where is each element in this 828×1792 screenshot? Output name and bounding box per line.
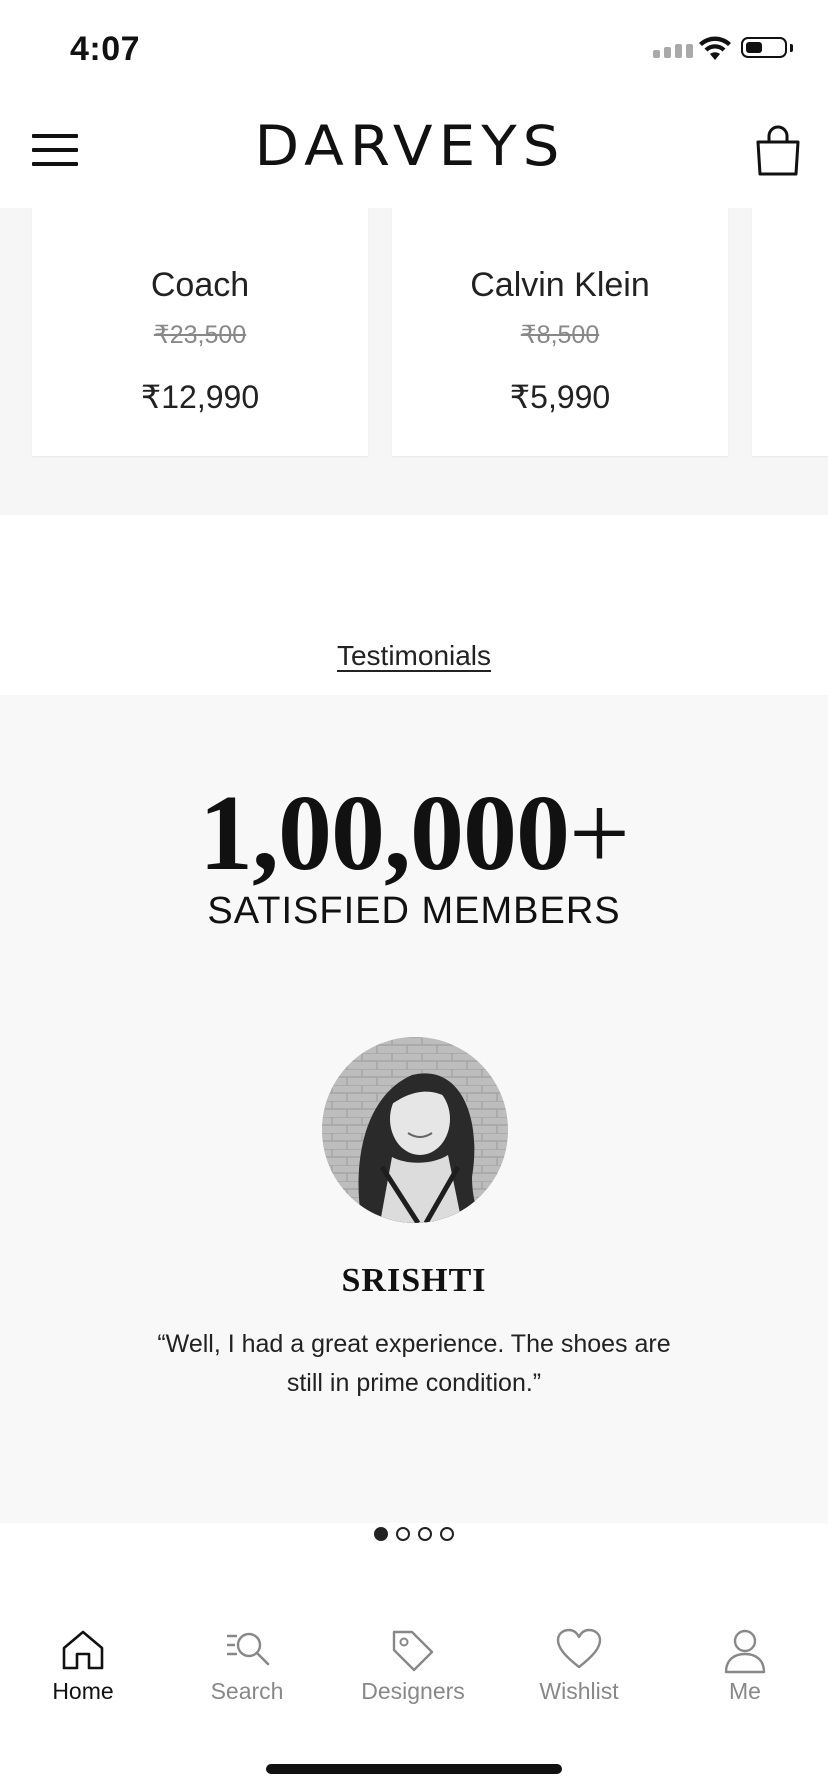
- user-icon: [724, 1629, 766, 1674]
- tab-wishlist[interactable]: Wishlist: [496, 1628, 662, 1708]
- members-count-number: 1,00,000: [199, 774, 570, 893]
- cellular-signal-icon: [653, 44, 693, 58]
- product-card-partial[interactable]: [752, 208, 828, 456]
- product-brand: Coach: [150, 266, 250, 304]
- tab-label: Wishlist: [539, 1678, 619, 1704]
- tab-me[interactable]: Me: [662, 1628, 828, 1708]
- battery-icon: [741, 37, 787, 58]
- status-time: 4:07: [70, 30, 141, 68]
- tab-label: Designers: [361, 1678, 465, 1704]
- reviewer-avatar: [322, 1037, 508, 1223]
- tab-label: Search: [210, 1678, 284, 1704]
- heart-icon: [556, 1628, 602, 1669]
- battery-tip: [790, 44, 793, 52]
- shopping-bag-icon: [756, 125, 800, 176]
- pagination-dot[interactable]: [418, 1527, 432, 1541]
- pagination-dot[interactable]: [374, 1527, 388, 1541]
- brand-logo[interactable]: DARVEYS: [230, 114, 590, 179]
- product-price: ₹5,990: [509, 379, 611, 415]
- home-icon: [62, 1630, 104, 1670]
- tab-label: Home: [52, 1678, 114, 1704]
- home-indicator: [266, 1764, 562, 1774]
- product-original-price: ₹8,500: [520, 321, 600, 349]
- testimonials-link[interactable]: Testimonials: [0, 640, 828, 672]
- wifi-icon: [698, 36, 732, 67]
- members-count: 1,00,000+: [0, 772, 828, 896]
- hamburger-menu-icon: [32, 134, 78, 138]
- pagination-dot[interactable]: [440, 1527, 454, 1541]
- reviewer-name: SRISHTI: [341, 1262, 487, 1299]
- cart-button[interactable]: [754, 124, 802, 178]
- product-original-price: ₹23,500: [153, 321, 247, 349]
- product-card[interactable]: Calvin Klein ₹8,500 ₹5,990: [392, 208, 728, 456]
- product-price: ₹12,990: [140, 379, 260, 415]
- menu-button[interactable]: [32, 132, 80, 168]
- search-icon: [227, 1632, 270, 1666]
- tab-label: Me: [729, 1678, 761, 1704]
- reviewer-quote: “Well, I had a great experience. The sho…: [157, 1330, 671, 1397]
- members-count-suffix: +: [569, 774, 630, 893]
- members-label: SATISFIED MEMBERS: [207, 890, 621, 932]
- tab-designers[interactable]: Designers: [330, 1628, 496, 1708]
- tag-icon: [392, 1630, 434, 1672]
- carousel-pagination[interactable]: [0, 1527, 828, 1541]
- tab-search[interactable]: Search: [164, 1628, 330, 1708]
- pagination-dot[interactable]: [396, 1527, 410, 1541]
- battery-level: [746, 42, 762, 53]
- product-card[interactable]: Coach ₹23,500 ₹12,990: [32, 208, 368, 456]
- product-carousel[interactable]: Coach ₹23,500 ₹12,990 Calvin Klein ₹8,50…: [0, 208, 828, 515]
- tab-home[interactable]: Home: [0, 1628, 166, 1708]
- product-brand: Calvin Klein: [470, 266, 650, 304]
